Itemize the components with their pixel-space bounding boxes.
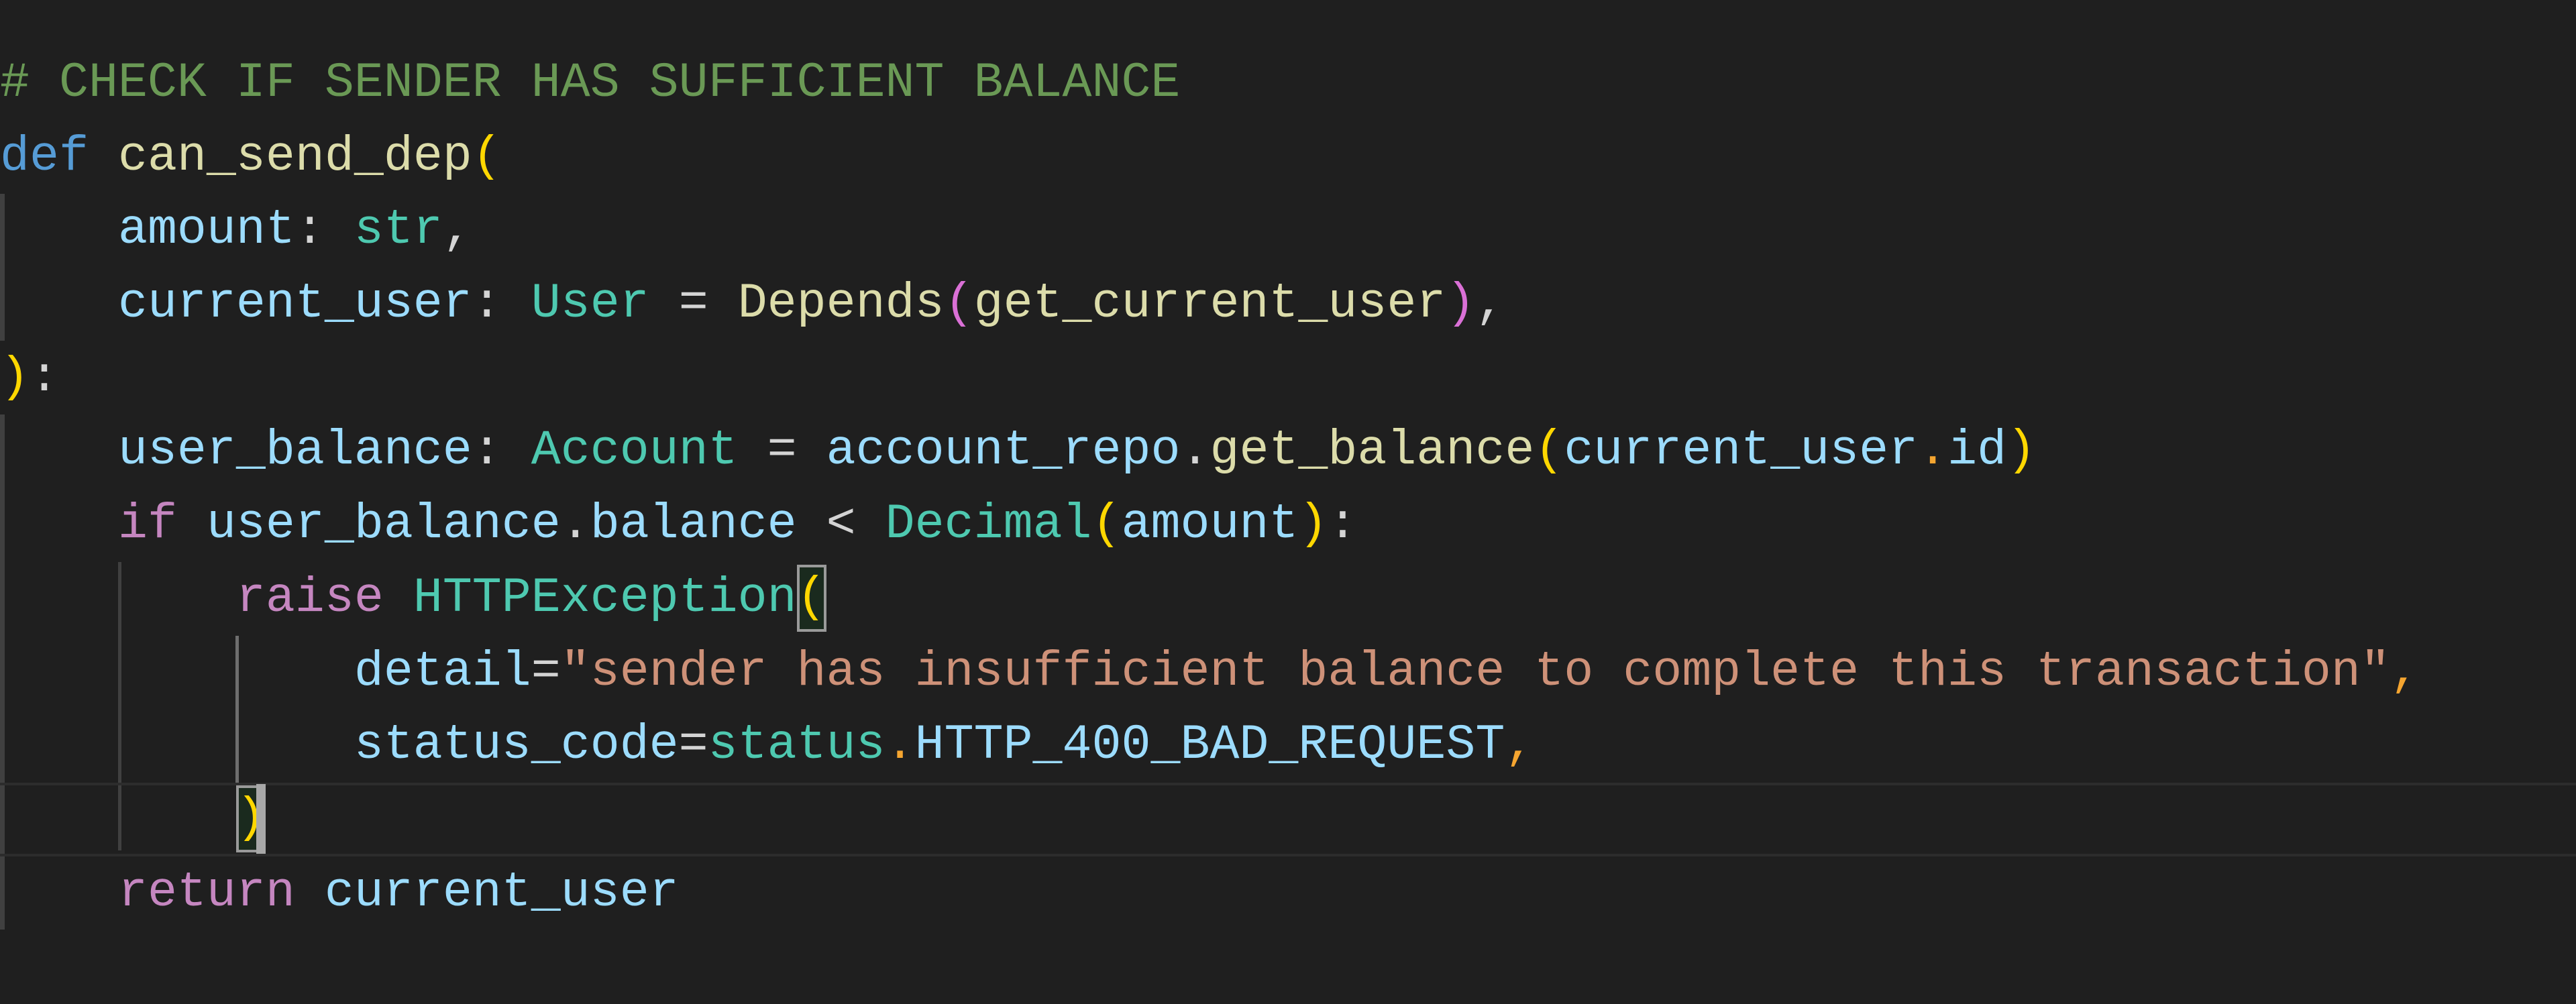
- code-token: .: [560, 497, 590, 553]
- code-token: current_user: [324, 864, 679, 921]
- code-token: =: [737, 423, 826, 480]
- code-token: HTTPException: [413, 570, 797, 626]
- code-line[interactable]: status_code=status.HTTP_400_BAD_REQUEST,: [0, 709, 2576, 783]
- code-line[interactable]: def can_send_dep(: [0, 121, 2576, 194]
- code-token: (: [472, 129, 502, 185]
- code-lines: # CHECK IF SENDER HAS SUFFICIENT BALANCE…: [0, 47, 2576, 930]
- code-line[interactable]: ):: [0, 341, 2576, 415]
- code-token: "sender has insufficient balance to comp…: [560, 644, 2390, 700]
- code-token: =: [678, 718, 708, 774]
- code-token: (: [1534, 423, 1564, 480]
- code-token: Depends: [737, 276, 945, 333]
- code-token: ): [2006, 423, 2037, 480]
- code-token: =: [649, 276, 738, 333]
- code-token: Account: [531, 423, 738, 480]
- code-token: str: [354, 203, 443, 259]
- code-token: ,: [442, 203, 472, 259]
- code-token: amount: [1121, 497, 1299, 553]
- code-token: HTTP_400_BAD_REQUEST: [914, 718, 1505, 774]
- code-token: :: [472, 276, 531, 333]
- code-token: return: [117, 864, 295, 921]
- code-line[interactable]: ): [0, 782, 2576, 856]
- code-token: account_repo: [826, 423, 1181, 480]
- code-token: user_balance: [117, 423, 472, 480]
- code-editor[interactable]: # CHECK IF SENDER HAS SUFFICIENT BALANCE…: [0, 47, 2576, 930]
- code-token: ): [0, 349, 30, 406]
- code-token: :: [294, 203, 354, 259]
- code-token: def: [0, 129, 89, 185]
- code-line[interactable]: raise HTTPException(: [0, 562, 2576, 636]
- code-token: detail: [354, 644, 531, 700]
- code-line[interactable]: amount: str,: [0, 194, 2576, 268]
- code-token: .: [1180, 423, 1210, 480]
- code-token: if: [117, 497, 177, 553]
- code-token: ,: [2390, 644, 2420, 700]
- code-token: current_user: [1564, 423, 1919, 480]
- code-token: ): [1298, 497, 1328, 553]
- code-token: ): [1446, 276, 1476, 333]
- code-line[interactable]: # CHECK IF SENDER HAS SUFFICIENT BALANCE: [0, 47, 2576, 121]
- code-token: Decimal: [885, 497, 1092, 553]
- code-line[interactable]: detail="sender has insufficient balance …: [0, 636, 2576, 710]
- code-token: get_current_user: [973, 276, 1446, 333]
- code-token: (: [1091, 497, 1122, 553]
- code-token: user_balance: [206, 497, 561, 553]
- code-comment: # CHECK IF SENDER HAS SUFFICIENT BALANCE: [0, 56, 1181, 111]
- code-token: current_user: [117, 276, 472, 333]
- code-line[interactable]: return current_user: [0, 856, 2576, 930]
- code-token: =: [531, 644, 561, 700]
- code-token: .: [885, 718, 915, 774]
- matching-bracket: (: [796, 564, 826, 632]
- code-token: ,: [1475, 276, 1505, 333]
- text-cursor: [256, 783, 266, 854]
- code-token: <: [796, 497, 885, 553]
- code-token: balance: [590, 497, 797, 553]
- code-token: raise: [235, 570, 384, 626]
- code-token: User: [531, 276, 649, 333]
- code-line[interactable]: user_balance: Account = account_repo.get…: [0, 414, 2576, 488]
- code-line[interactable]: current_user: User = Depends(get_current…: [0, 268, 2576, 341]
- code-token: :: [30, 349, 59, 406]
- code-token: status: [708, 718, 885, 774]
- code-token: can_send_dep: [117, 129, 472, 185]
- code-token: .: [1918, 423, 1948, 480]
- code-token: :: [472, 423, 531, 480]
- code-token: ,: [1505, 718, 1535, 774]
- code-token: :: [1328, 497, 1358, 553]
- code-token: amount: [117, 203, 295, 259]
- code-token: id: [1947, 423, 2007, 480]
- code-token: status_code: [354, 718, 679, 774]
- code-line[interactable]: if user_balance.balance < Decimal(amount…: [0, 488, 2576, 562]
- code-token: get_balance: [1210, 423, 1535, 480]
- code-token: (: [944, 276, 974, 333]
